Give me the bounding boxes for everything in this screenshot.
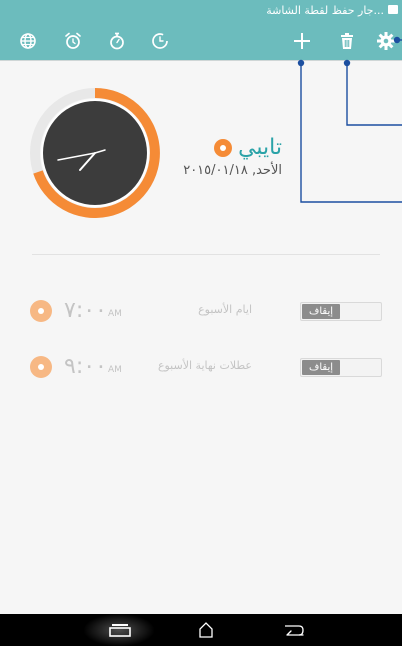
toggle-off-label: إيقاف	[302, 304, 340, 319]
alarm-ampm: AM	[108, 309, 122, 319]
toggle-off-label: إيقاف	[302, 360, 340, 375]
divider	[32, 254, 380, 255]
add-button[interactable]	[284, 22, 320, 60]
sun-icon	[30, 356, 52, 378]
tab-timer[interactable]	[142, 22, 178, 60]
stopwatch-icon	[110, 32, 124, 50]
timer-icon	[152, 33, 168, 49]
alarm-label: عطلات نهاية الأسبوع	[157, 359, 252, 372]
alarm-clock-icon	[65, 32, 81, 49]
alarm-row[interactable]: ٩:٠٠ AM عطلات نهاية الأسبوع إيقاف	[30, 355, 382, 379]
delete-button[interactable]	[329, 22, 365, 60]
tab-stopwatch[interactable]	[99, 22, 135, 60]
alarm-row[interactable]: ٧:٠٠ AM ايام الأسبوع إيقاف	[30, 299, 382, 323]
trash-icon	[341, 33, 353, 49]
tab-alarm[interactable]	[55, 22, 91, 60]
gear-icon	[377, 32, 395, 50]
world-clock-panel: تايبي الأحد, ٢٠١٥/٠١/١٨ ٧:٠٠ AM ايام الأ…	[0, 61, 402, 614]
alarm-time: ٧:٠٠	[64, 298, 107, 323]
city-info[interactable]: تايبي الأحد, ٢٠١٥/٠١/١٨	[183, 135, 282, 178]
alarm-toggle[interactable]: إيقاف	[300, 302, 382, 321]
city-date: الأحد, ٢٠١٥/٠١/١٨	[183, 163, 282, 178]
alarm-label: ايام الأسبوع	[198, 303, 252, 316]
navigation-bar	[0, 614, 402, 646]
sun-icon	[30, 300, 52, 322]
status-bar: جار حفظ لقطة الشاشة...	[0, 0, 402, 22]
sun-icon	[214, 139, 233, 157]
recent-apps-button[interactable]	[95, 614, 145, 646]
alarm-time: ٩:٠٠	[64, 354, 107, 379]
tab-world-clock[interactable]	[10, 22, 46, 60]
globe-icon	[20, 33, 36, 49]
app-screen: جار حفظ لقطة الشاشة... تايبي الأحد, ٢٠١٥…	[0, 0, 402, 646]
settings-button[interactable]	[368, 22, 402, 60]
plus-icon	[294, 33, 310, 49]
toolbar	[0, 22, 402, 61]
analog-clock	[30, 88, 160, 218]
screenshot-notification-icon	[388, 5, 398, 14]
city-name: تايبي	[238, 135, 282, 160]
home-icon	[199, 622, 213, 638]
back-icon	[285, 625, 304, 636]
alarm-toggle[interactable]: إيقاف	[300, 358, 382, 377]
recent-apps-icon	[109, 624, 131, 637]
back-button[interactable]	[268, 614, 318, 646]
alarm-ampm: AM	[108, 365, 122, 375]
status-notification-text: جار حفظ لقطة الشاشة...	[266, 4, 384, 17]
home-button[interactable]	[181, 614, 231, 646]
